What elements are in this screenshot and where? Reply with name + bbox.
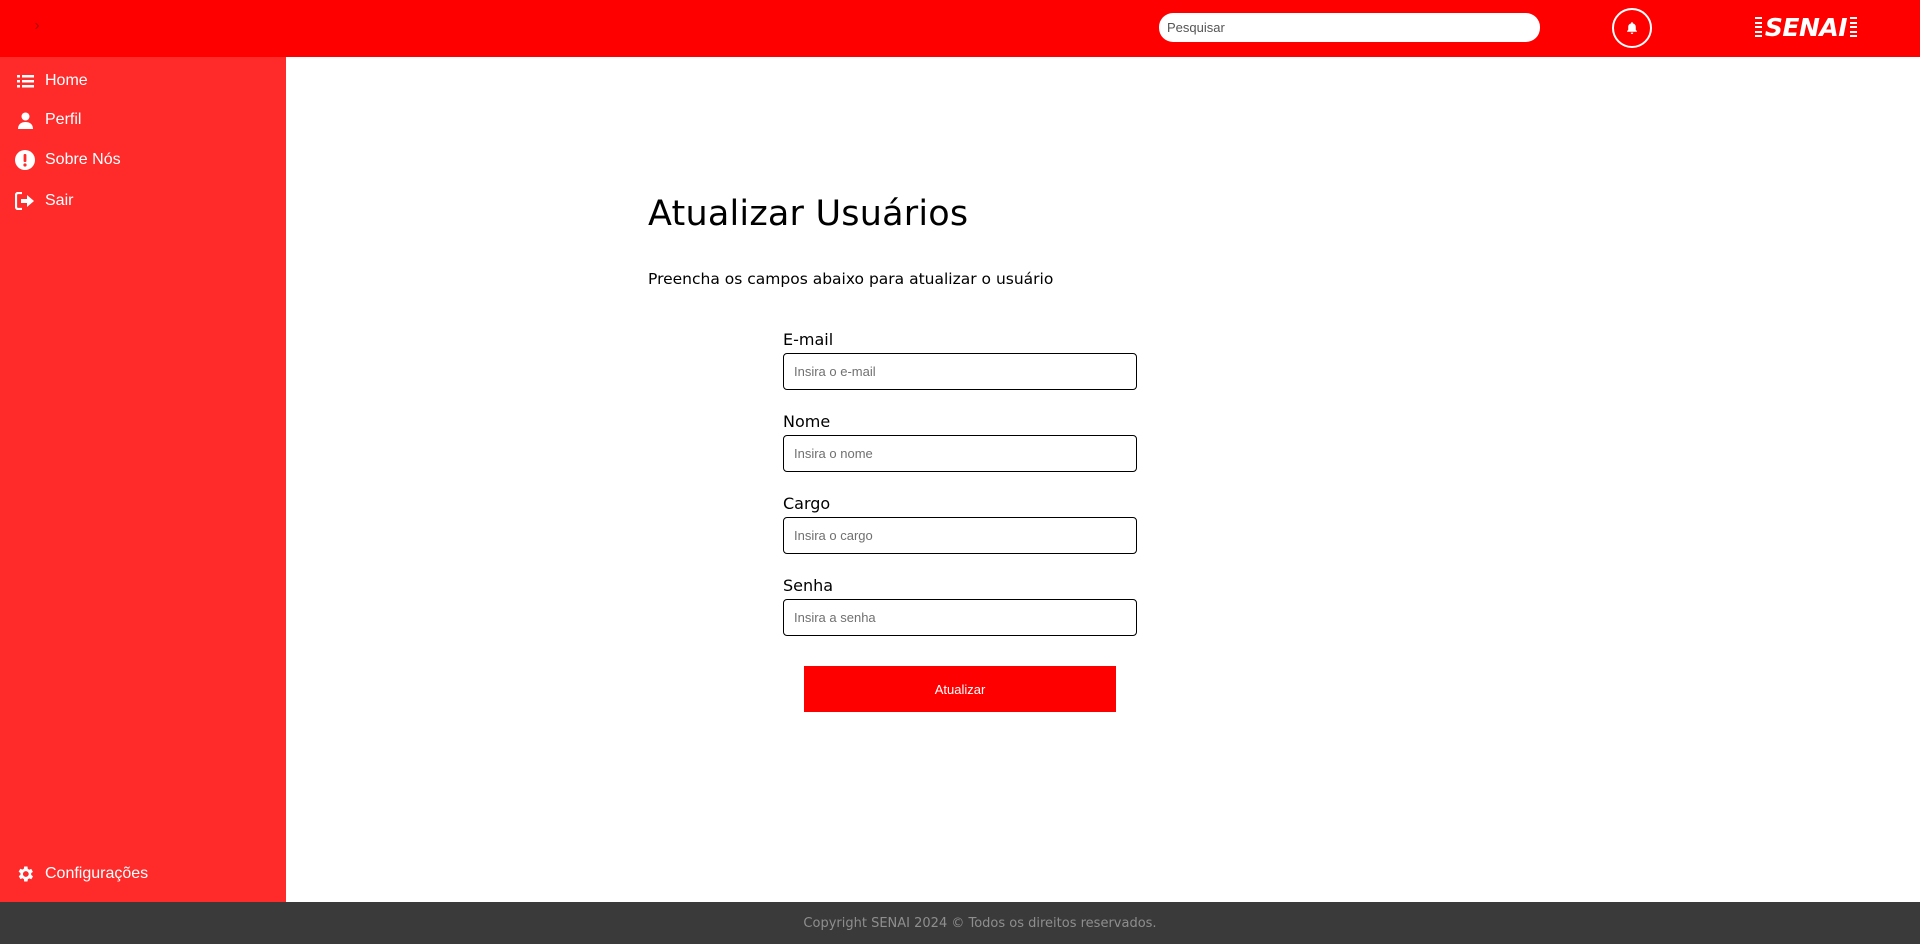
sidebar-item-label: Sair (45, 192, 74, 209)
user-icon (15, 110, 35, 130)
password-field[interactable] (783, 599, 1137, 636)
page-subtitle: Preencha os campos abaixo para atualizar… (648, 270, 1054, 288)
email-label: E-mail (783, 330, 834, 349)
sidebar-item-sobre-nos[interactable]: Sobre Nós (15, 150, 121, 170)
top-bar: › SENAI (0, 0, 1920, 57)
logo-stripes-right (1850, 17, 1858, 37)
logo-text: SENAI (1764, 12, 1848, 42)
role-label: Cargo (783, 494, 831, 513)
page-title: Atualizar Usuários (648, 194, 969, 234)
exclamation-circle-icon (15, 150, 35, 170)
bell-icon (1627, 22, 1637, 34)
notifications-button[interactable] (1612, 8, 1652, 48)
footer: Copyright SENAI 2024 © Todos os direitos… (0, 902, 1920, 944)
list-icon (15, 71, 35, 91)
sidebar-item-home[interactable]: Home (15, 71, 88, 91)
sidebar-item-configuracoes[interactable]: Configurações (15, 864, 148, 884)
search-input[interactable] (1159, 13, 1540, 42)
footer-copyright: Copyright SENAI 2024 © Todos os direitos… (803, 915, 1157, 931)
sign-out-icon (15, 191, 35, 211)
sidebar-item-perfil[interactable]: Perfil (15, 110, 81, 130)
sidebar-item-label: Configurações (45, 865, 149, 882)
sidebar-item-label: Perfil (45, 111, 82, 128)
senai-logo: SENAI (1750, 12, 1862, 42)
role-field[interactable] (783, 517, 1137, 554)
gear-icon (15, 864, 35, 884)
sidebar: Home Perfil Sobre Nós Sair Configurações (0, 57, 286, 902)
email-field[interactable] (783, 353, 1137, 390)
sidebar-toggle-button[interactable]: › (26, 15, 48, 37)
name-field[interactable] (783, 435, 1137, 472)
name-label: Nome (783, 412, 831, 431)
logo-stripes-left (1754, 17, 1762, 37)
sidebar-item-sair[interactable]: Sair (15, 191, 73, 211)
password-label: Senha (783, 576, 834, 595)
sidebar-item-label: Home (45, 72, 88, 89)
sidebar-item-label: Sobre Nós (45, 151, 121, 168)
update-button[interactable]: Atualizar (804, 666, 1116, 712)
